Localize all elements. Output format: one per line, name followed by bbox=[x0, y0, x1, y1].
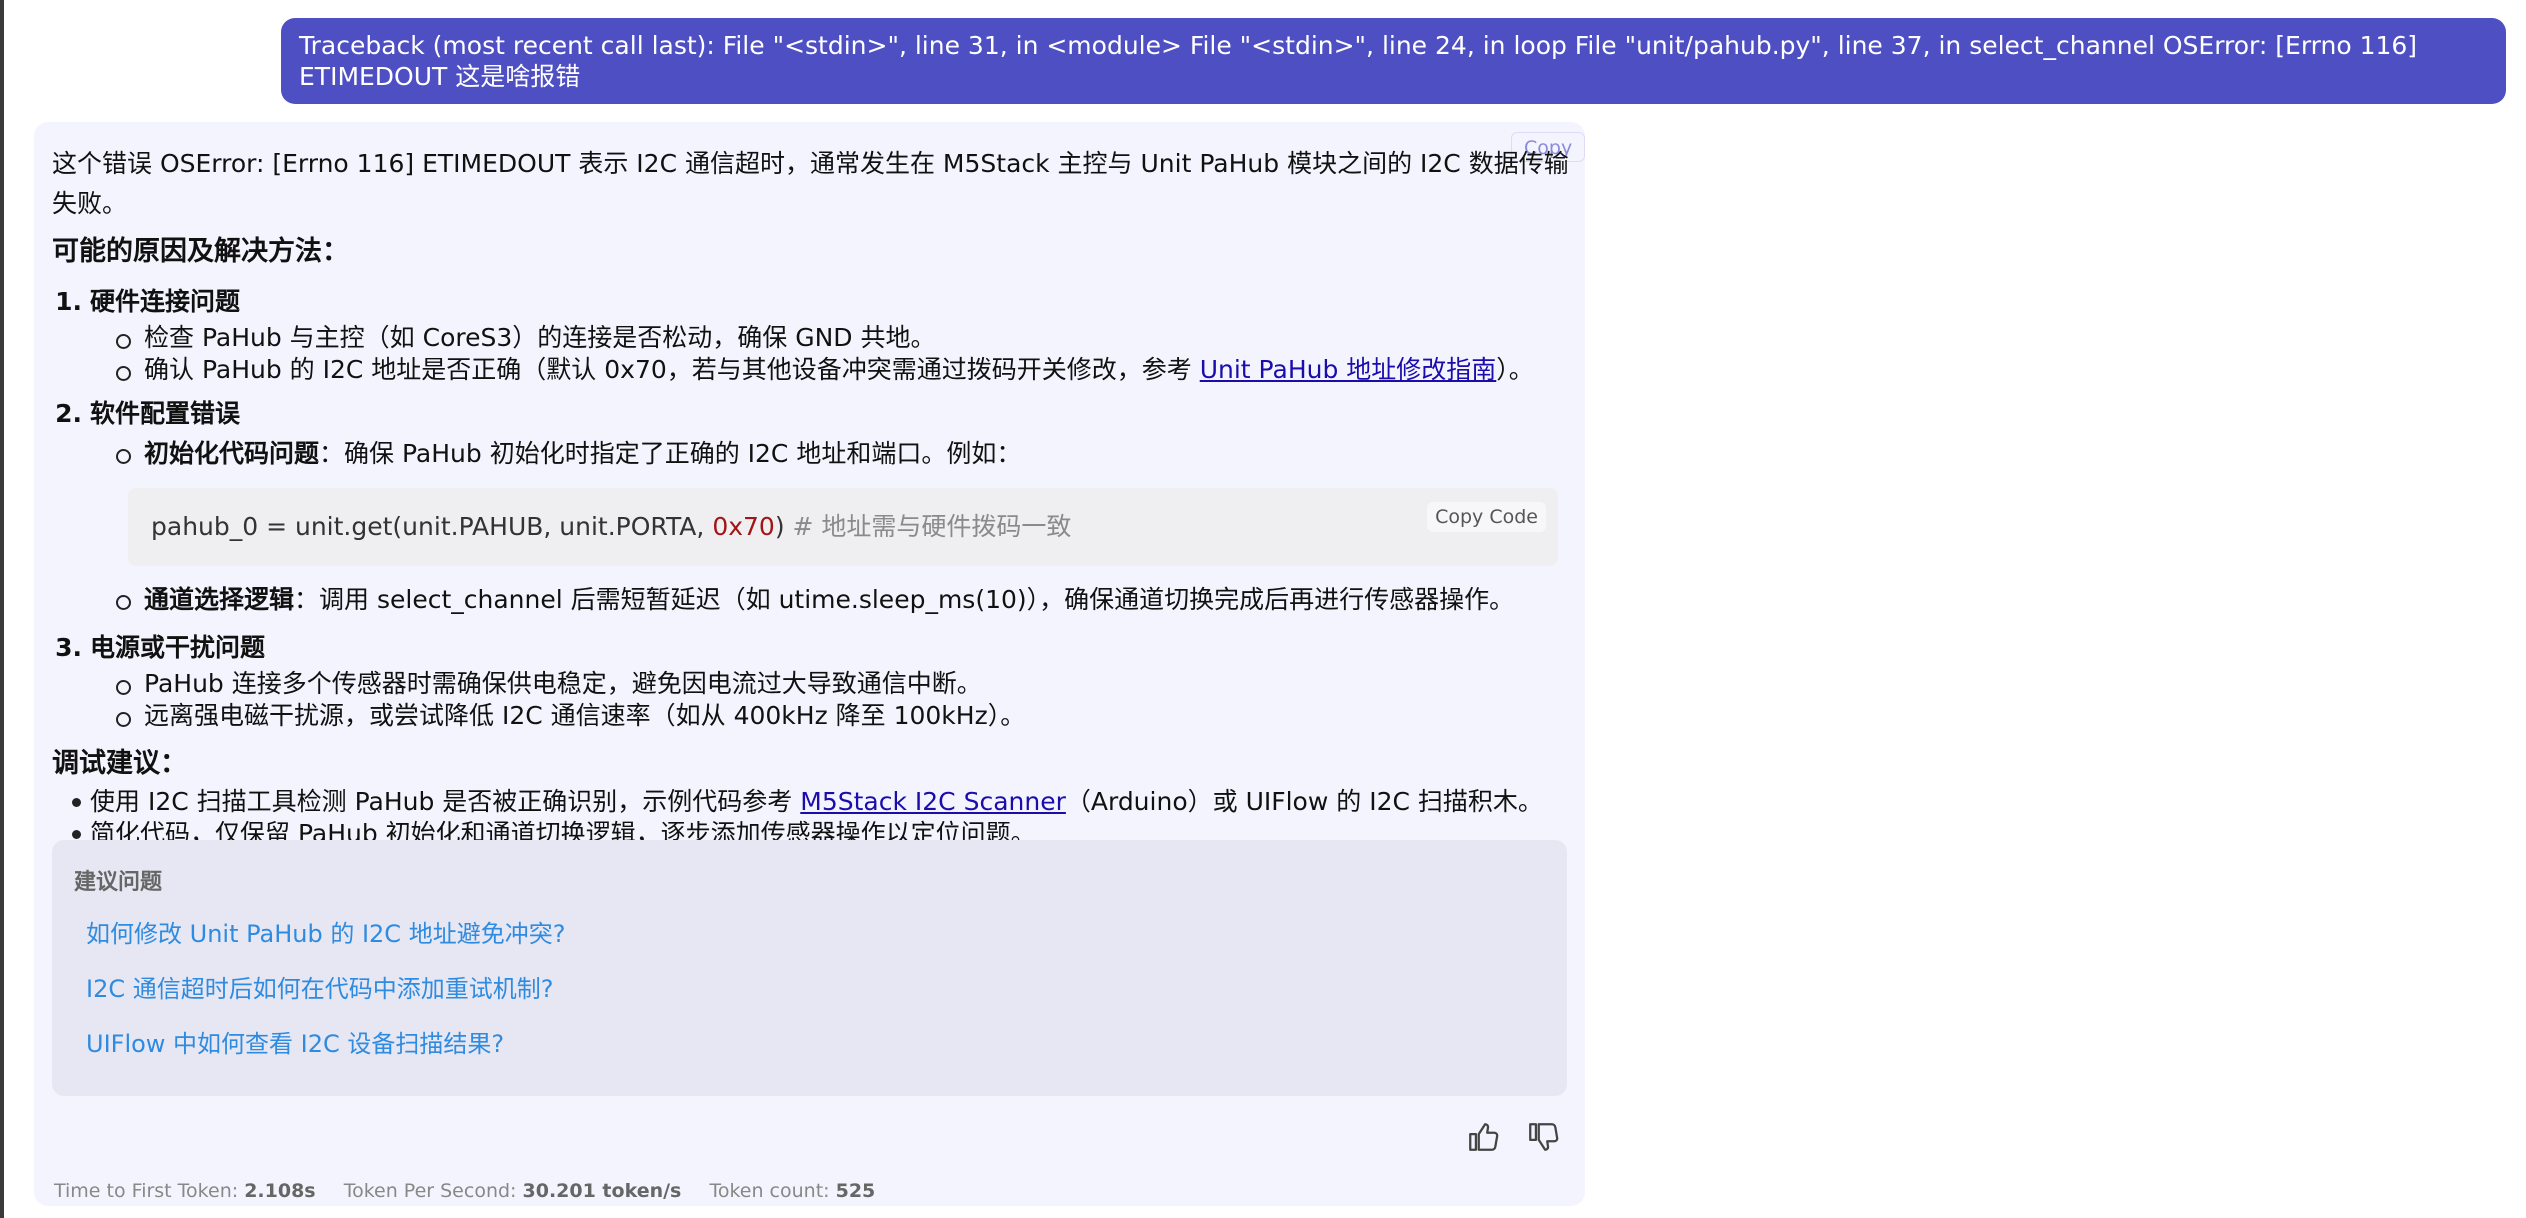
circle-bullet-icon bbox=[106, 668, 144, 700]
suggested-question[interactable]: 如何修改 Unit PaHub 的 I2C 地址避免冲突? bbox=[86, 914, 565, 949]
sub-item: 通道选择逻辑：调用 select_channel 后需短暂延迟（如 utime.… bbox=[106, 580, 1572, 620]
causes-heading: 可能的原因及解决方法： bbox=[52, 236, 349, 267]
list-item-title: 电源或干扰问题 bbox=[90, 633, 266, 662]
answer-content: 这个错误 OSError: [Errno 116] ETIMEDOUT 表示 I… bbox=[52, 144, 1572, 850]
copy-code-button[interactable]: Copy Code bbox=[1427, 502, 1546, 532]
user-message-text: Traceback (most recent call last): File … bbox=[299, 31, 2418, 91]
circle-bullet-icon bbox=[106, 580, 144, 620]
user-message-bubble: Traceback (most recent call last): File … bbox=[281, 18, 2506, 104]
generation-stats: Time to First Token: 2.108s Token Per Se… bbox=[54, 1180, 876, 1202]
pahub-address-guide-link[interactable]: Unit PaHub 地址修改指南 bbox=[1200, 355, 1497, 384]
list-item-power: 3. 电源或干扰问题 bbox=[52, 628, 1572, 668]
sub-item: 确认 PaHub 的 I2C 地址是否正确（默认 0x70，若与其他设备冲突需通… bbox=[106, 354, 1572, 386]
sub-item: 远离强电磁干扰源，或尝试降低 I2C 通信速率（如从 400kHz 降至 100… bbox=[106, 700, 1572, 732]
list-number: 1. bbox=[55, 287, 82, 316]
tps-value: 30.201 token/s bbox=[522, 1180, 682, 1202]
power-sublist: PaHub 连接多个传感器时需确保供电稳定，避免因电流过大导致通信中断。 远离强… bbox=[106, 668, 1572, 732]
left-edge-bar bbox=[0, 0, 4, 1218]
list-item-software: 2. 软件配置错误 bbox=[52, 394, 1572, 434]
circle-bullet-icon bbox=[106, 354, 144, 386]
hardware-sublist: 检查 PaHub 与主控（如 CoreS3）的连接是否松动，确保 GND 共地。… bbox=[106, 322, 1572, 386]
list-number: 2. bbox=[55, 399, 82, 428]
sub-item: PaHub 连接多个传感器时需确保供电稳定，避免因电流过大导致通信中断。 bbox=[106, 668, 1572, 700]
circle-bullet-icon bbox=[106, 700, 144, 732]
circle-bullet-icon bbox=[106, 322, 144, 354]
sub-item-text: 初始化代码问题：确保 PaHub 初始化时指定了正确的 I2C 地址和端口。例如… bbox=[144, 439, 1022, 468]
code-number: 0x70 bbox=[712, 512, 775, 541]
bullet-icon bbox=[70, 786, 90, 818]
list-item-title: 软件配置错误 bbox=[90, 399, 241, 428]
sub-item: 检查 PaHub 与主控（如 CoreS3）的连接是否松动，确保 GND 共地。 bbox=[106, 322, 1572, 354]
thumbs-down-icon[interactable] bbox=[1526, 1120, 1560, 1154]
code-text: pahub_0 = unit.get(unit.PAHUB, unit.PORT… bbox=[151, 512, 713, 541]
suggested-question[interactable]: I2C 通信超时后如何在代码中添加重试机制? bbox=[86, 969, 553, 1004]
suggested-questions-title: 建议问题 bbox=[74, 870, 163, 895]
sub-item-text: PaHub 连接多个传感器时需确保供电稳定，避免因电流过大导致通信中断。 bbox=[144, 669, 982, 698]
suggested-question[interactable]: UIFlow 中如何查看 I2C 设备扫描结果? bbox=[86, 1024, 504, 1059]
list-item-text: 使用 I2C 扫描工具检测 PaHub 是否被正确识别，示例代码参考 M5Sta… bbox=[90, 787, 1543, 816]
list-item-hardware: 1. 硬件连接问题 bbox=[52, 282, 1572, 322]
sub-item-text: 远离强电磁干扰源，或尝试降低 I2C 通信速率（如从 400kHz 降至 100… bbox=[144, 701, 1026, 730]
list-item: 使用 I2C 扫描工具检测 PaHub 是否被正确识别，示例代码参考 M5Sta… bbox=[70, 786, 1572, 818]
ttft-value: 2.108s bbox=[244, 1180, 316, 1202]
circle-bullet-icon bbox=[106, 434, 144, 474]
token-count-value: 525 bbox=[835, 1180, 876, 1202]
debug-heading: 调试建议： bbox=[52, 748, 187, 779]
sub-item-text: 确认 PaHub 的 I2C 地址是否正确（默认 0x70，若与其他设备冲突需通… bbox=[144, 355, 1534, 384]
list-number: 3. bbox=[55, 633, 82, 662]
sub-item-text: 检查 PaHub 与主控（如 CoreS3）的连接是否松动，确保 GND 共地。 bbox=[144, 323, 936, 352]
answer-intro: 这个错误 OSError: [Errno 116] ETIMEDOUT 表示 I… bbox=[52, 149, 1569, 218]
list-item-title: 硬件连接问题 bbox=[90, 287, 241, 316]
software-sublist-2: 通道选择逻辑：调用 select_channel 后需短暂延迟（如 utime.… bbox=[106, 580, 1572, 620]
i2c-scanner-link[interactable]: M5Stack I2C Scanner bbox=[800, 787, 1066, 816]
code-block: pahub_0 = unit.get(unit.PAHUB, unit.PORT… bbox=[128, 488, 1558, 566]
software-sublist: 初始化代码问题：确保 PaHub 初始化时指定了正确的 I2C 地址和端口。例如… bbox=[106, 434, 1572, 474]
assistant-answer-card: Copy 这个错误 OSError: [Errno 116] ETIMEDOUT… bbox=[34, 122, 1586, 1206]
sub-item: 初始化代码问题：确保 PaHub 初始化时指定了正确的 I2C 地址和端口。例如… bbox=[106, 434, 1572, 474]
code-text: ) bbox=[774, 512, 785, 541]
sub-item-text: 通道选择逻辑：调用 select_channel 后需短暂延迟（如 utime.… bbox=[144, 585, 1515, 614]
code-comment: # 地址需与硬件拨码一致 bbox=[784, 512, 1072, 541]
thumbs-up-icon[interactable] bbox=[1466, 1120, 1500, 1154]
suggested-questions-panel: 建议问题 如何修改 Unit PaHub 的 I2C 地址避免冲突? I2C 通… bbox=[52, 840, 1567, 1096]
